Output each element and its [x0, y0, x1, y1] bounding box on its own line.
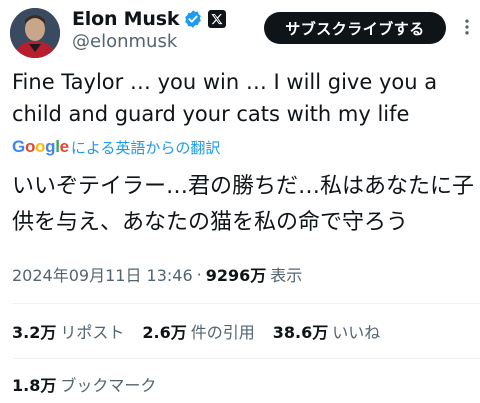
- quote-count[interactable]: 2.6万: [142, 319, 186, 343]
- quote-label[interactable]: 件の引用: [191, 319, 255, 343]
- divider: [12, 358, 480, 359]
- view-count: 9296万: [205, 266, 267, 285]
- google-logo-letter: e: [59, 137, 69, 156]
- google-logo-letter: G: [12, 137, 25, 156]
- tweet-meta: 2024年09月11日 13:46 · 9296万 表示: [12, 262, 303, 286]
- like-label[interactable]: いいね: [332, 319, 380, 343]
- avatar[interactable]: [10, 8, 60, 58]
- subscribe-button[interactable]: サブスクライブする: [264, 12, 446, 44]
- like-count[interactable]: 38.6万: [273, 319, 328, 343]
- google-logo: Google: [12, 137, 69, 157]
- tweet-text: Fine Taylor … you win … I will give you …: [12, 70, 438, 126]
- tweet-header: Elon Musk @elonmusk サブスクライブする: [0, 0, 480, 60]
- translation-attribution[interactable]: Google による英語からの翻訳: [12, 137, 220, 157]
- author-name[interactable]: Elon Musk: [72, 8, 179, 30]
- x-logo-icon[interactable]: [208, 10, 227, 28]
- view-count-label: 表示: [270, 266, 303, 285]
- divider: [12, 303, 480, 304]
- timestamp[interactable]: 2024年09月11日 13:46: [12, 262, 193, 286]
- google-logo-letter: o: [24, 137, 36, 156]
- author-name-row: Elon Musk: [72, 7, 227, 31]
- repost-label[interactable]: リポスト: [60, 319, 124, 343]
- more-options-icon[interactable]: [456, 16, 478, 38]
- google-logo-letter: o: [35, 137, 46, 156]
- bookmark-label[interactable]: ブックマーク: [60, 372, 156, 396]
- bookmark-count[interactable]: 1.8万: [12, 372, 56, 396]
- meta-separator: ·: [196, 264, 202, 284]
- translated-text: いいぞテイラー…君の勝ちだ…私はあなたに子供を与え、あなたの猫を私の命で守ろう: [12, 174, 475, 235]
- bookmark-stats: 1.8万 ブックマーク: [12, 373, 174, 395]
- repost-count[interactable]: 3.2万: [12, 319, 56, 343]
- verified-badge-icon[interactable]: [183, 9, 203, 29]
- google-logo-letter: g: [45, 137, 56, 156]
- avatar-image: [10, 8, 60, 58]
- author-handle[interactable]: @elonmusk: [72, 31, 177, 52]
- engagement-stats: 3.2万 リポスト 2.6万 件の引用 38.6万 いいね: [12, 320, 398, 342]
- translation-label[interactable]: による英語からの翻訳: [71, 137, 221, 158]
